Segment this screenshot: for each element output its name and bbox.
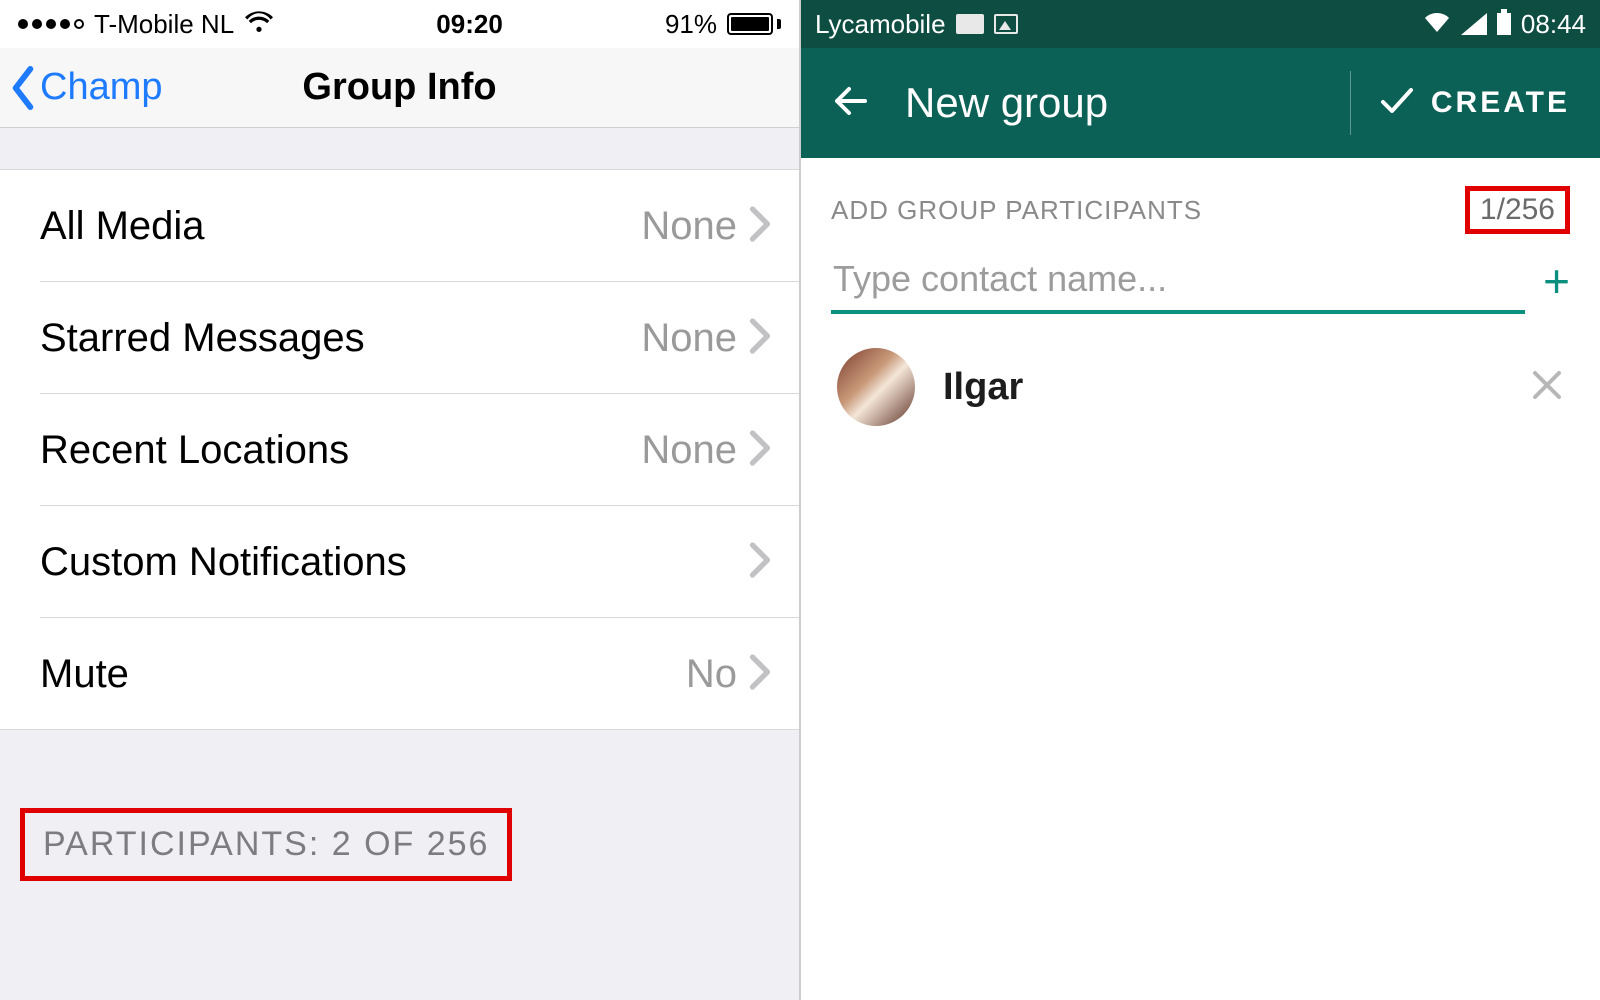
row-value: None (641, 428, 737, 473)
ios-footer: PARTICIPANTS: 2 OF 256 (0, 730, 799, 1000)
close-icon (1530, 368, 1564, 402)
carrier-label: T-Mobile NL (94, 9, 234, 40)
chevron-right-icon (749, 542, 771, 583)
android-status-bar: Lycamobile 08:44 (801, 0, 1600, 48)
avatar (837, 348, 915, 426)
row-all-media[interactable]: All Media None (0, 170, 799, 282)
chevron-left-icon (8, 66, 38, 110)
clock-label: 08:44 (1521, 9, 1586, 40)
ios-status-bar: T-Mobile NL 09:20 91% (0, 0, 799, 48)
chevron-right-icon (749, 430, 771, 471)
remove-contact-button[interactable] (1530, 368, 1564, 407)
row-label: All Media (40, 204, 205, 249)
page-title: New group (905, 79, 1108, 127)
row-label: Mute (40, 652, 129, 697)
row-recent-locations[interactable]: Recent Locations None (0, 394, 799, 506)
participants-count: 1/256 (1465, 186, 1570, 234)
carrier-label: Lycamobile (815, 9, 946, 40)
wifi-icon (1423, 9, 1451, 40)
back-button[interactable]: Champ (0, 66, 163, 110)
chevron-right-icon (749, 318, 771, 359)
row-starred-messages[interactable]: Starred Messages None (0, 282, 799, 394)
row-label: Recent Locations (40, 428, 349, 473)
chevron-right-icon (749, 206, 771, 247)
plus-icon: + (1543, 255, 1570, 307)
row-label: Starred Messages (40, 316, 365, 361)
picture-icon (994, 14, 1018, 34)
android-app-bar: New group CREATE (801, 48, 1600, 158)
battery-pct-label: 91% (665, 9, 717, 40)
battery-icon (1497, 13, 1511, 35)
ios-nav-bar: Champ Group Info (0, 48, 799, 128)
contact-row[interactable]: Ilgar (831, 314, 1570, 460)
chevron-right-icon (749, 654, 771, 695)
contact-name: Ilgar (943, 366, 1502, 409)
arrow-left-icon (831, 81, 871, 121)
sim-icon (956, 14, 984, 34)
add-contact-button[interactable]: + (1543, 254, 1570, 314)
create-button[interactable]: CREATE (1379, 83, 1570, 124)
row-value: None (641, 204, 737, 249)
clock-label: 09:20 (436, 9, 503, 40)
row-value: No (686, 652, 737, 697)
settings-list: All Media None Starred Messages None Rec… (0, 170, 799, 730)
signal-icon (1461, 13, 1487, 35)
row-label: Custom Notifications (40, 540, 407, 585)
row-value: None (641, 316, 737, 361)
create-label: CREATE (1431, 86, 1570, 120)
battery-icon (727, 13, 781, 35)
row-mute[interactable]: Mute No (0, 618, 799, 730)
participants-header: PARTICIPANTS: 2 OF 256 (20, 808, 512, 881)
check-icon (1379, 83, 1415, 124)
wifi-icon (244, 9, 274, 40)
contact-name-input[interactable] (831, 248, 1525, 314)
section-gap (0, 128, 799, 170)
appbar-divider (1350, 71, 1351, 135)
add-participants-subheader: ADD GROUP PARTICIPANTS (831, 195, 1202, 226)
back-button[interactable] (831, 81, 871, 126)
row-custom-notifications[interactable]: Custom Notifications (0, 506, 799, 618)
back-label: Champ (40, 66, 163, 109)
signal-dots-icon (18, 19, 84, 29)
